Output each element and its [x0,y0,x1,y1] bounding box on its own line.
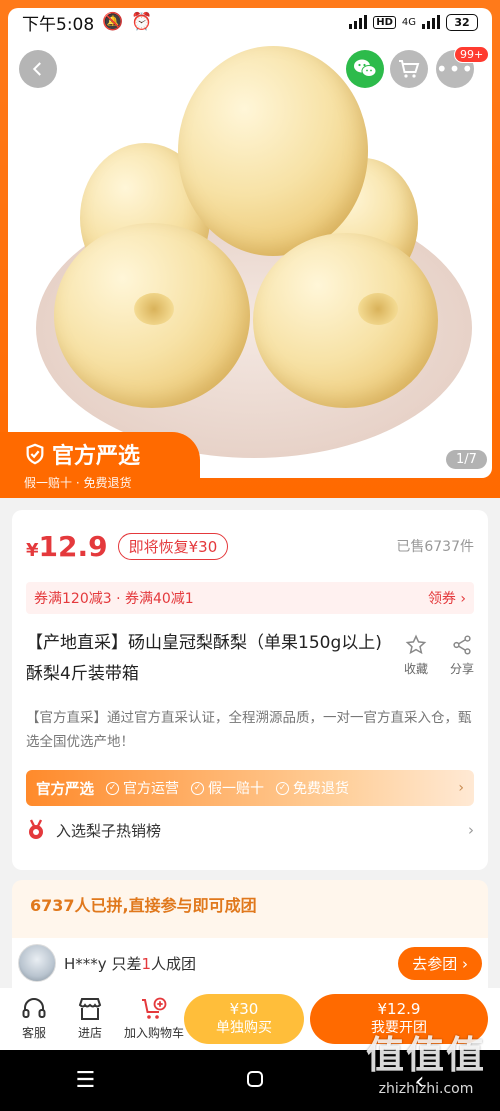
group-headline: 6737人已拼,直接参与即可成团 [30,896,257,915]
menu-icon[interactable]: ☰ [75,1068,95,1093]
status-bar: 下午5:08 🔕 ⏰ HD 4G 32 [0,0,500,44]
medal-icon [29,819,43,839]
alarm-icon: ⏰ [131,12,153,32]
current-price: ¥12.9 [26,529,108,563]
join-group-button[interactable]: 去参团 › [398,946,482,980]
cart-icon [399,60,420,78]
add-to-cart-button[interactable]: 加入购物车 [118,997,190,1041]
pear [178,46,368,256]
get-coupon-link[interactable]: 领券 › [428,588,466,608]
banner-title: 官方严选 [52,444,141,469]
collect-button[interactable]: 收藏 [404,634,428,690]
pear-navel [134,293,174,325]
official-brand-label: 官方严选 [36,781,94,798]
home-icon[interactable] [246,1070,264,1092]
store-icon [78,998,102,1020]
service-button[interactable]: 客服 [6,997,62,1041]
check-circle-icon: ✓ [276,781,289,795]
watermark: 值值值 zhizhizhi.com [365,1033,486,1097]
network-type: 4G [401,16,416,28]
group-user-row: H***y 只差1人成团 去参团 › [12,938,488,988]
banner-subtitle: 假一赔十 · 免费退货 [24,476,132,490]
signal-icon [422,15,440,29]
cart-button[interactable] [390,50,428,88]
headset-icon [22,998,46,1018]
group-user-text: H***y 只差1人成团 [64,954,197,973]
coupon-text: 券满120减3 · 券满40减1 [34,591,194,607]
group-buy-card: 6737人已拼,直接参与即可成团 H***y 只差1人成团 去参团 › [12,880,488,988]
chevron-right-icon: › [458,780,464,796]
mute-icon: 🔕 [102,12,124,32]
coupon-row[interactable]: 券满120减3 · 券满40减1 领券 › [26,582,474,614]
product-title: 【产地直采】砀山皇冠梨酥梨（单果150g以上) 酥梨4斤装带箱 [26,633,382,684]
wechat-share-button[interactable] [346,50,384,88]
buy-alone-button[interactable]: ¥30 单独购买 [184,994,304,1044]
guarantee-item: ✓ 免费退货 [276,778,349,798]
guarantee-item: ✓ 官方运营 [106,778,179,798]
pear-navel [358,293,398,325]
battery-indicator: 32 [446,13,478,31]
product-description: 【官方直采】通过官方直采认证，全程溯源品质，一对一官方直采入仓，甄选全国优选产地… [26,710,472,750]
avatar [18,944,56,982]
official-select-banner: 官方严选 假一赔十 · 免费退货 [0,432,200,498]
star-icon [405,634,427,655]
hot-rank-row[interactable]: 入选梨子热销榜 › [26,806,474,854]
hd-icon: HD [373,15,396,29]
shield-check-icon [26,443,44,465]
signal-icon [349,15,368,29]
official-guarantee-strip[interactable]: 官方严选 ✓ 官方运营 ✓ 假一赔十 ✓ 免费退货 › [26,770,474,806]
store-button[interactable]: 进店 [62,997,118,1041]
product-info-card: ¥12.9 即将恢复¥30 已售6737件 券满120减3 · 券满40减1 领… [12,510,488,870]
chevron-right-icon: › [468,821,474,839]
wechat-icon [354,59,377,77]
check-circle-icon: ✓ [106,781,119,795]
status-time: 下午5:08 [22,14,95,35]
sold-count: 已售6737件 [396,539,474,555]
price-restore-tag: 即将恢复¥30 [117,532,229,560]
image-pager: 1/7 [446,450,487,469]
hot-rank-label: 入选梨子热销榜 [56,821,162,840]
pear [253,233,438,408]
add-cart-icon [142,997,167,1019]
share-icon [453,635,471,655]
chevron-left-icon [32,62,41,76]
check-circle-icon: ✓ [191,781,204,795]
share-button[interactable]: 分享 [450,634,474,690]
back-button[interactable] [19,50,57,88]
pear [54,223,250,408]
guarantee-item: ✓ 假一赔十 [191,778,264,798]
message-badge: 99+ [454,46,490,63]
